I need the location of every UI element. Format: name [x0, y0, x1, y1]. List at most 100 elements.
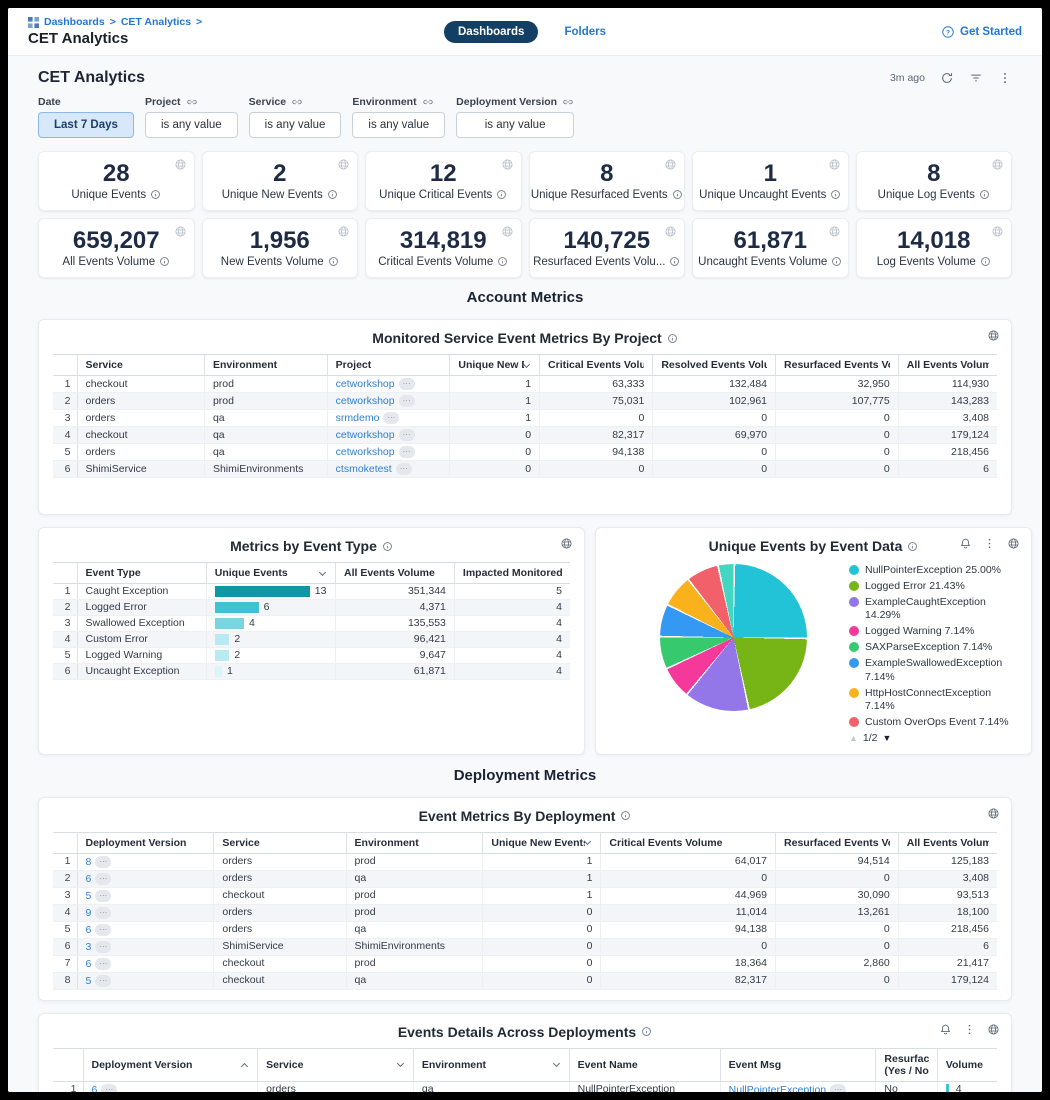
column-header[interactable]: Resurfaced Events Volume: [776, 832, 899, 853]
globe-icon[interactable]: [828, 158, 841, 171]
legend-item[interactable]: SAXParseException 7.14%: [849, 641, 1017, 654]
get-started-button[interactable]: ? Get Started: [941, 25, 1022, 39]
filter-value-button[interactable]: is any value: [249, 112, 342, 138]
legend-item[interactable]: Custom OverOps Event 7.14%: [849, 716, 1017, 729]
column-header[interactable]: All Events Volume: [336, 563, 455, 584]
column-header[interactable]: Volume: [937, 1048, 997, 1081]
cell-link[interactable]: cetworkshop: [336, 446, 395, 458]
bell-icon[interactable]: [959, 537, 972, 550]
info-icon[interactable]: [327, 189, 338, 200]
globe-icon[interactable]: [987, 807, 1000, 820]
legend-item[interactable]: ExampleSwallowedException 7.14%: [849, 657, 1017, 684]
column-header[interactable]: Event Msg: [720, 1048, 876, 1081]
column-header[interactable]: Resurfaced(Yes / No): [876, 1048, 937, 1081]
globe-icon[interactable]: [828, 225, 841, 238]
breadcrumb-dashboards[interactable]: Dashboards: [44, 16, 105, 28]
ellipsis-badge[interactable]: ···: [95, 890, 111, 902]
info-icon[interactable]: [980, 256, 991, 267]
cell-link[interactable]: 6: [86, 873, 92, 885]
info-icon[interactable]: [830, 189, 841, 200]
cell-link[interactable]: ctsmoketest: [336, 463, 392, 475]
column-header[interactable]: Unique New Ever: [450, 355, 540, 376]
cell-link[interactable]: 3: [86, 941, 92, 953]
ellipsis-badge[interactable]: ···: [95, 958, 111, 970]
cell-link[interactable]: 6: [86, 958, 92, 970]
globe-icon[interactable]: [337, 225, 350, 238]
info-icon[interactable]: [979, 189, 990, 200]
cell-link[interactable]: 8: [86, 856, 92, 868]
cell-link[interactable]: 6: [92, 1084, 98, 1092]
legend-item[interactable]: NullPointerException 25.00%: [849, 564, 1017, 577]
filter-value-button[interactable]: is any value: [456, 112, 574, 138]
column-header[interactable]: All Events Volume: [898, 832, 997, 853]
legend-item[interactable]: Logged Warning 7.14%: [849, 625, 1017, 638]
tab-folders[interactable]: Folders: [564, 26, 606, 38]
legend-page-up-icon[interactable]: ▲: [849, 733, 858, 743]
column-header[interactable]: Environment: [413, 1048, 569, 1081]
cell-link[interactable]: 5: [86, 975, 92, 987]
column-header[interactable]: Critical Events Volume: [540, 355, 653, 376]
globe-icon[interactable]: [991, 225, 1004, 238]
cell-link[interactable]: NullPointerException: [729, 1084, 826, 1092]
ellipsis-badge[interactable]: ···: [396, 463, 412, 475]
globe-icon[interactable]: [174, 158, 187, 171]
info-icon[interactable]: [150, 189, 161, 200]
globe-icon[interactable]: [501, 225, 514, 238]
cell-link[interactable]: 6: [86, 924, 92, 936]
globe-icon[interactable]: [174, 225, 187, 238]
column-header[interactable]: Unique New Events: [483, 832, 601, 853]
info-icon[interactable]: [159, 256, 170, 267]
legend-page-down-icon[interactable]: ▼: [883, 733, 892, 743]
info-icon[interactable]: [641, 1026, 652, 1037]
globe-icon[interactable]: [987, 1023, 1000, 1036]
kebab-menu-icon[interactable]: [963, 1023, 976, 1036]
globe-icon[interactable]: [337, 158, 350, 171]
column-header[interactable]: Service: [77, 355, 204, 376]
kebab-menu-icon[interactable]: [998, 71, 1012, 85]
ellipsis-badge[interactable]: ···: [95, 856, 111, 868]
info-icon[interactable]: [667, 333, 678, 344]
column-header[interactable]: Environment: [204, 355, 327, 376]
info-icon[interactable]: [328, 256, 339, 267]
ellipsis-badge[interactable]: ···: [95, 924, 111, 936]
ellipsis-badge[interactable]: ···: [830, 1084, 846, 1092]
globe-icon[interactable]: [1007, 537, 1020, 550]
ellipsis-badge[interactable]: ···: [101, 1084, 117, 1092]
column-header[interactable]: Event Type: [77, 563, 206, 584]
info-icon[interactable]: [672, 189, 683, 200]
filter-value-button[interactable]: is any value: [145, 112, 238, 138]
legend-item[interactable]: HttpHostConnectException 7.14%: [849, 687, 1017, 714]
info-icon[interactable]: [831, 256, 842, 267]
globe-icon[interactable]: [560, 537, 573, 550]
kebab-menu-icon[interactable]: [983, 537, 996, 550]
ellipsis-badge[interactable]: ···: [95, 975, 111, 987]
bell-icon[interactable]: [939, 1023, 952, 1036]
cell-link[interactable]: srmdemo: [336, 412, 380, 424]
info-icon[interactable]: [669, 256, 680, 267]
cell-link[interactable]: cetworkshop: [336, 429, 395, 441]
info-icon[interactable]: [382, 541, 393, 552]
column-header[interactable]: Deployment Version: [77, 832, 214, 853]
ellipsis-badge[interactable]: ···: [399, 378, 415, 390]
column-header[interactable]: Service: [214, 832, 346, 853]
globe-icon[interactable]: [987, 329, 1000, 342]
info-icon[interactable]: [907, 541, 918, 552]
cell-link[interactable]: 9: [86, 907, 92, 919]
column-header[interactable]: Event Name: [569, 1048, 720, 1081]
column-header[interactable]: Resurfaced Events Volume: [776, 355, 899, 376]
globe-icon[interactable]: [664, 225, 677, 238]
globe-icon[interactable]: [501, 158, 514, 171]
column-header[interactable]: Project: [327, 355, 450, 376]
ellipsis-badge[interactable]: ···: [399, 446, 415, 458]
column-header[interactable]: All Events Volume: [898, 355, 997, 376]
filter-value-button[interactable]: Last 7 Days: [38, 112, 134, 138]
info-icon[interactable]: [497, 256, 508, 267]
filter-value-button[interactable]: is any value: [352, 112, 445, 138]
ellipsis-badge[interactable]: ···: [399, 429, 415, 441]
filter-icon[interactable]: [969, 71, 983, 85]
legend-item[interactable]: ExampleCaughtException 14.29%: [849, 596, 1017, 623]
legend-item[interactable]: Logged Error 21.43%: [849, 580, 1017, 593]
column-header[interactable]: Critical Events Volume: [601, 832, 776, 853]
column-header[interactable]: Impacted Monitored Services: [454, 563, 570, 584]
ellipsis-badge[interactable]: ···: [399, 395, 415, 407]
